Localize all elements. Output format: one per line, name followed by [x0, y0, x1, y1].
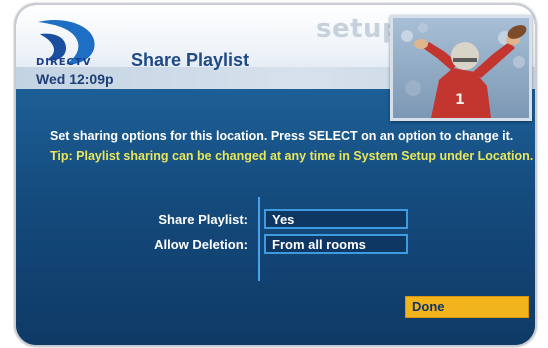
svg-text:1: 1 [455, 92, 465, 108]
allow-deletion-option[interactable]: From all rooms [264, 234, 408, 254]
share-playlist-option[interactable]: Yes [264, 209, 408, 229]
share-playlist-label: Share Playlist: [158, 212, 248, 227]
brand-name: DIRECTV [36, 57, 92, 68]
instruction-text: Set sharing options for this location. P… [50, 129, 514, 143]
allow-deletion-label: Allow Deletion: [154, 237, 248, 252]
done-button[interactable]: Done [405, 296, 529, 318]
tv-screen: DIRECTV setup Share Playlist Wed 12:09p [14, 3, 537, 347]
section-label: setup [316, 14, 402, 44]
page-title: Share Playlist [131, 50, 250, 70]
tip-text: Tip: Playlist sharing can be changed at … [50, 149, 534, 163]
football-player-photo-icon: 1 [390, 15, 532, 121]
option-divider [258, 197, 260, 281]
clock: Wed 12:09p [36, 71, 114, 87]
